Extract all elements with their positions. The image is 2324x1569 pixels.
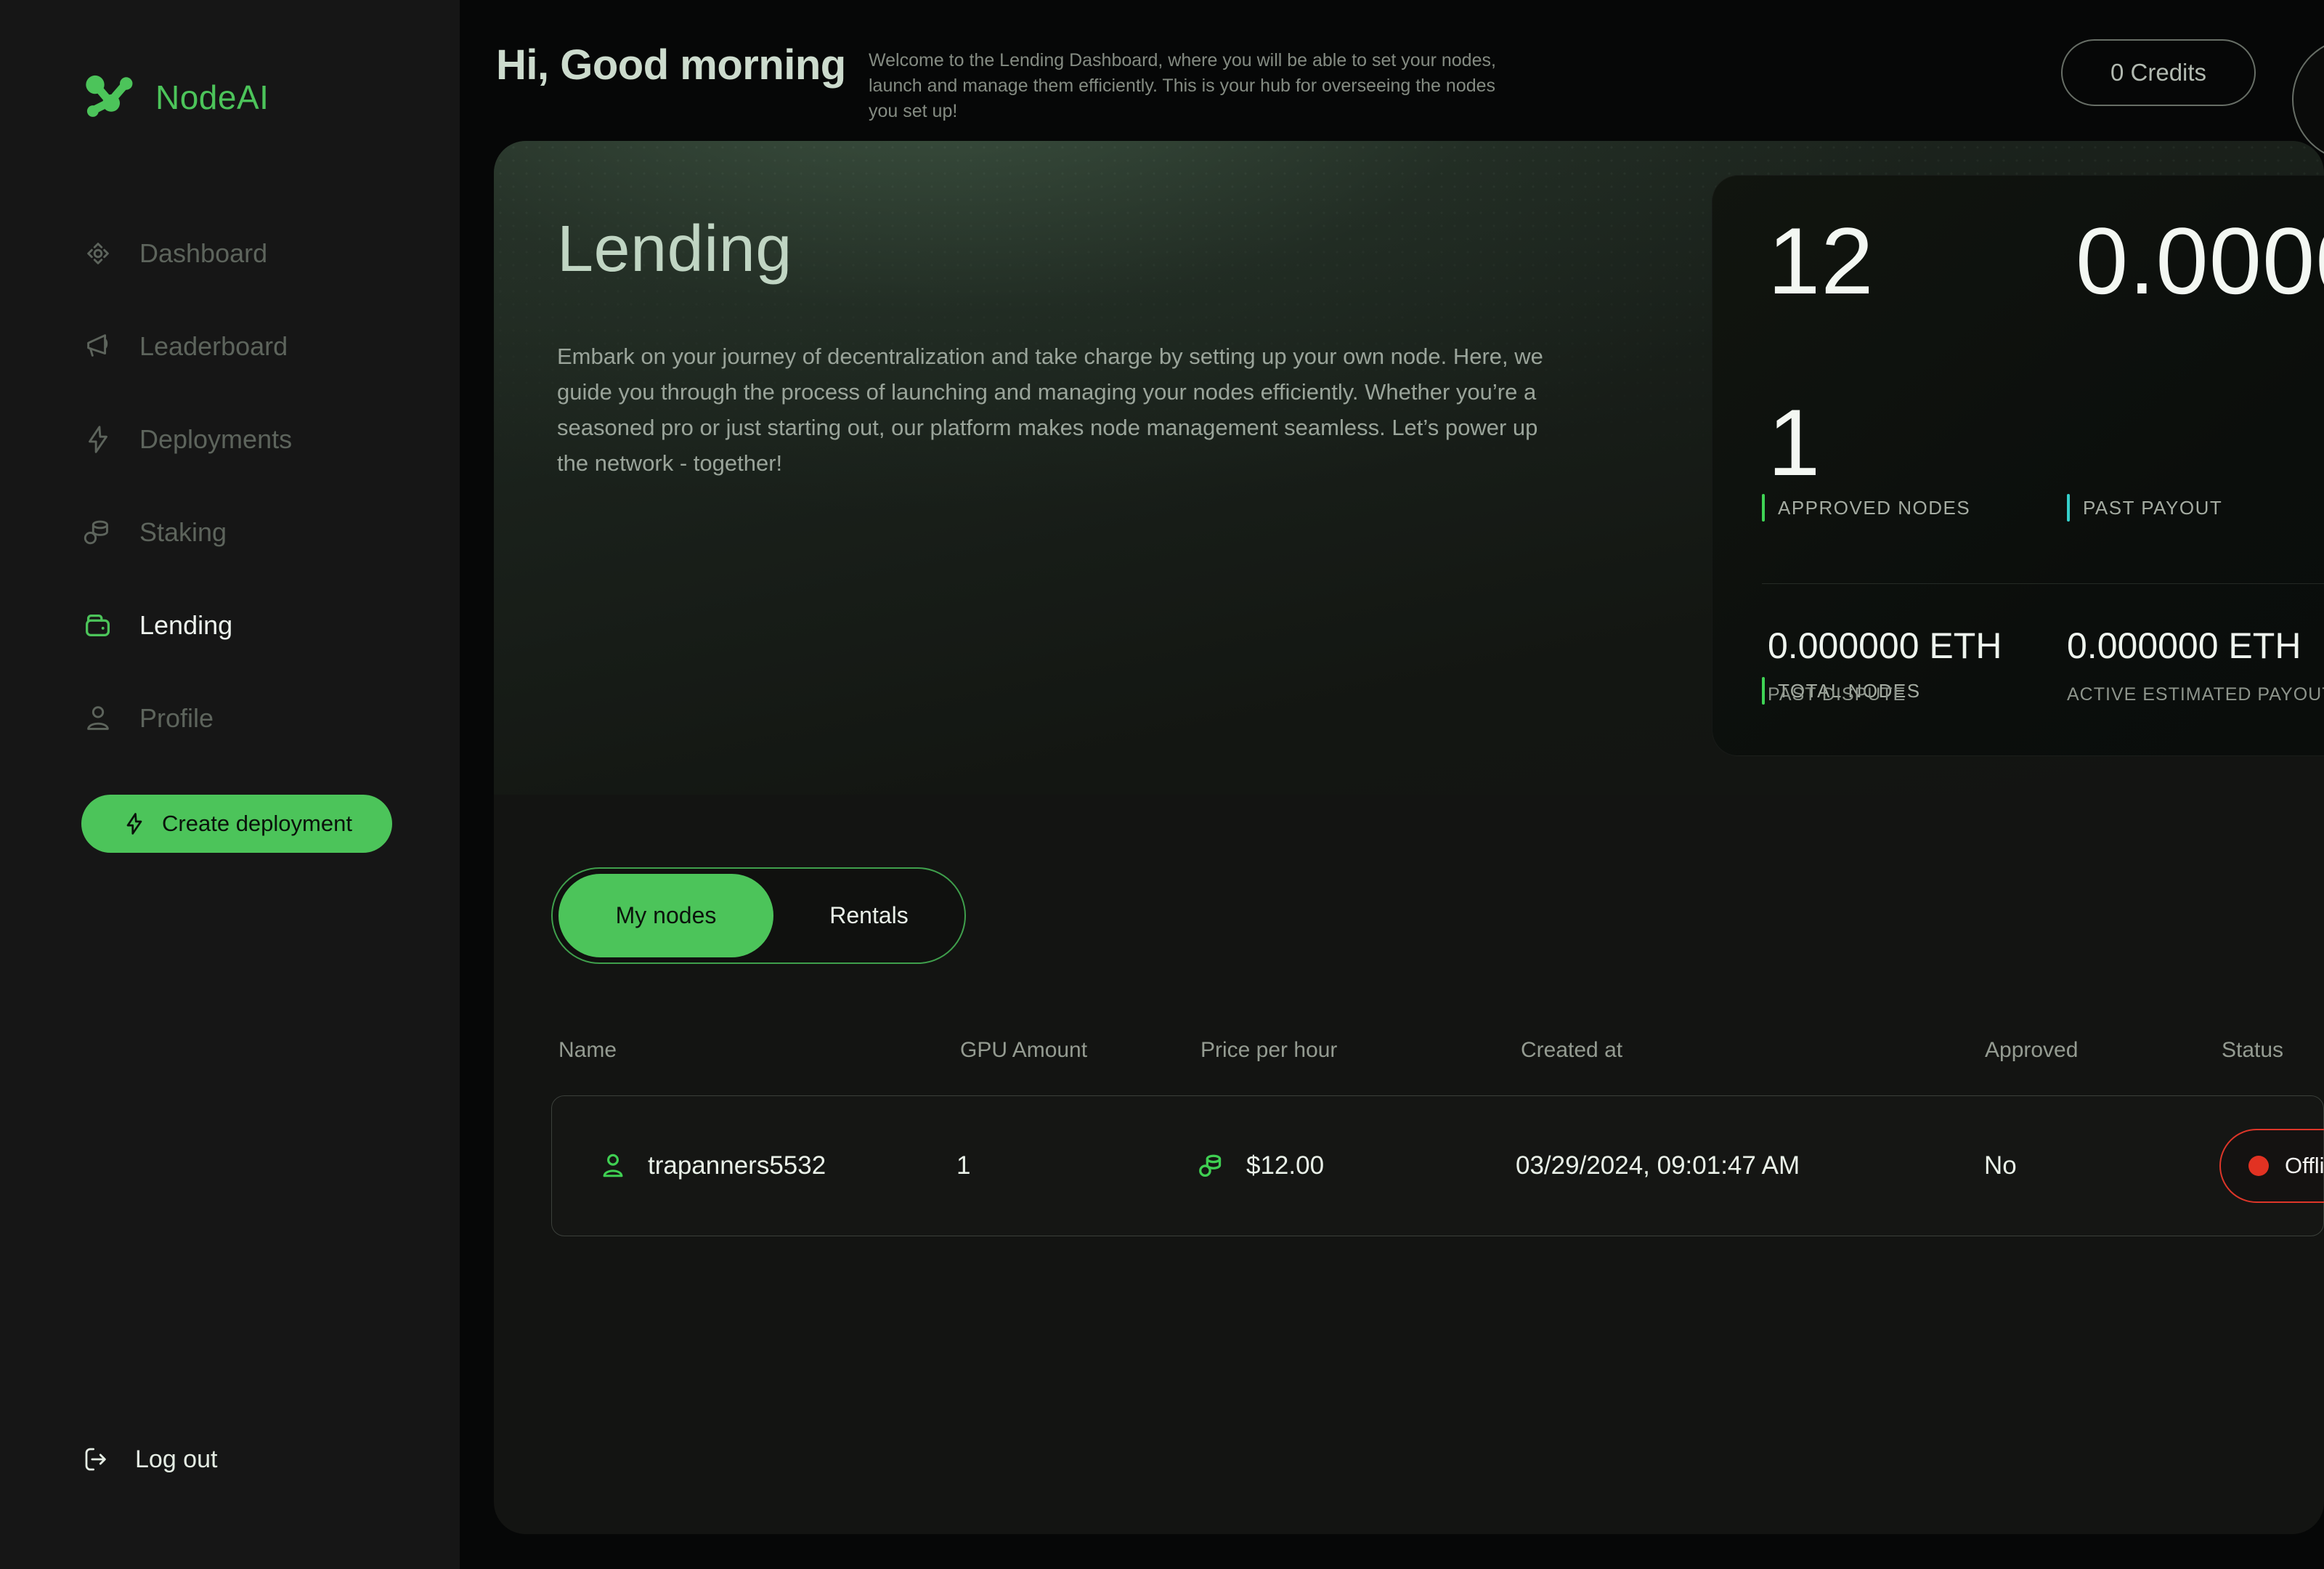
stats-divider <box>1762 583 2324 584</box>
active-estimated-payout-value: 0.000000 ETH <box>2067 625 2301 667</box>
active-estimated-payout-label: ACTIVE ESTIMATED PAYOUT <box>2067 684 2324 705</box>
past-dispute-label: PAST DISPUTE <box>1768 684 1906 705</box>
node-name: trapanners5532 <box>648 1151 826 1180</box>
price-cell: $12.00 <box>1194 1149 1514 1183</box>
create-deployment-button[interactable]: Create deployment <box>81 795 392 853</box>
nodes-tab-group: My nodes Rentals <box>551 867 966 964</box>
node-name-cell: trapanners5532 <box>552 1150 954 1182</box>
column-header-status: Status <box>2214 1038 2324 1063</box>
page-greeting: Hi, Good morning <box>496 41 846 89</box>
column-header-created-at: Created at <box>1514 1038 1978 1063</box>
green-bar-icon <box>1762 677 1765 705</box>
page-title: Lending <box>557 212 792 287</box>
table-row[interactable]: trapanners5532 1 $12.00 03/29/2024, 09:0… <box>551 1095 2324 1236</box>
tab-rentals-label: Rentals <box>829 902 909 929</box>
tab-rentals[interactable]: Rentals <box>773 869 964 962</box>
lightning-icon <box>81 423 115 456</box>
past-payout-label: PAST PAYOUT <box>2083 497 2222 519</box>
wallet-icon <box>81 609 115 642</box>
nodeai-logo-icon <box>81 70 137 125</box>
hero-description: Embark on your journey of decentralizati… <box>557 338 1552 481</box>
past-payout-value: 0.000000 <box>2076 206 2324 315</box>
column-header-name: Name <box>551 1038 953 1063</box>
sidebar-item-staking[interactable]: Staking <box>81 503 430 562</box>
status-cell: Offline <box>2215 1129 2324 1203</box>
coins-icon <box>81 516 115 549</box>
sidebar-item-label: Leaderboard <box>139 331 288 362</box>
create-deployment-label: Create deployment <box>162 811 352 837</box>
user-icon <box>597 1150 629 1182</box>
logout-button[interactable]: Log out <box>81 1444 217 1475</box>
sidebar-item-label: Lending <box>139 610 232 641</box>
credits-button[interactable]: 0 Credits <box>2061 39 2256 106</box>
lightning-icon <box>121 811 147 837</box>
sidebar-item-dashboard[interactable]: Dashboard <box>81 224 430 283</box>
nodes-table: Name GPU Amount Price per hour Created a… <box>551 1029 2324 1236</box>
brand-name: NodeAI <box>155 78 269 117</box>
brand-logo[interactable]: NodeAI <box>81 70 269 125</box>
table-header-row: Name GPU Amount Price per hour Created a… <box>551 1029 2324 1072</box>
column-header-gpu-amount: GPU Amount <box>953 1038 1193 1063</box>
tab-my-nodes[interactable]: My nodes <box>558 874 773 957</box>
status-label: Offline <box>2285 1153 2324 1179</box>
approved-nodes-value: 12 <box>1768 206 1874 315</box>
column-header-approved: Approved <box>1978 1038 2214 1063</box>
created-at-cell: 03/29/2024, 09:01:47 AM <box>1514 1151 1978 1180</box>
approved-nodes-label: APPROVED NODES <box>1778 497 1970 519</box>
logout-label: Log out <box>135 1446 217 1474</box>
sidebar-item-label: Staking <box>139 517 227 548</box>
dashboard-icon <box>81 237 115 270</box>
main-content: Lending Embark on your journey of decent… <box>494 141 2324 1534</box>
megaphone-icon <box>81 330 115 363</box>
price-per-hour: $12.00 <box>1246 1151 1324 1180</box>
sidebar-item-profile[interactable]: Profile <box>81 689 430 748</box>
sidebar-nav: Dashboard Leaderboard Deployments <box>81 224 430 748</box>
gpu-amount-cell: 1 <box>954 1151 1194 1180</box>
past-payout-label-row: PAST PAYOUT <box>2067 494 2222 522</box>
credits-label: 0 Credits <box>2110 59 2206 86</box>
total-nodes-value: 1 <box>1768 388 1821 497</box>
logout-icon <box>81 1444 112 1475</box>
green-bar-icon <box>1762 494 1765 522</box>
approved-cell: No <box>1978 1151 2215 1180</box>
sidebar-item-deployments[interactable]: Deployments <box>81 410 430 469</box>
offline-dot-icon <box>2248 1156 2269 1176</box>
sidebar-item-lending[interactable]: Lending <box>81 596 430 655</box>
coins-icon <box>1195 1149 1229 1183</box>
sidebar-item-label: Profile <box>139 703 214 734</box>
past-dispute-value: 0.000000 ETH <box>1768 625 2002 667</box>
user-icon <box>81 702 115 735</box>
approved-nodes-label-row: APPROVED NODES <box>1762 494 1970 522</box>
cyan-bar-icon <box>2067 494 2070 522</box>
sidebar-item-leaderboard[interactable]: Leaderboard <box>81 317 430 376</box>
status-badge: Offline <box>2219 1129 2324 1203</box>
tab-my-nodes-label: My nodes <box>616 902 717 929</box>
sidebar-item-label: Dashboard <box>139 238 267 269</box>
sidebar: NodeAI Dashboard Leaderboard <box>0 0 460 1569</box>
column-header-price-per-hour: Price per hour <box>1193 1038 1514 1063</box>
sidebar-item-label: Deployments <box>139 424 292 455</box>
stats-card: 12 APPROVED NODES 0.000000 PAST PAYOUT 1… <box>1712 175 2324 756</box>
welcome-text: Welcome to the Lending Dashboard, where … <box>869 48 1526 124</box>
